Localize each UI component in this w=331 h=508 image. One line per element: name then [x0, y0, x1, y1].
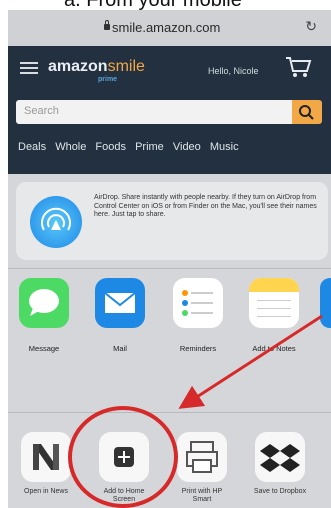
annotation-circle [68, 406, 178, 508]
